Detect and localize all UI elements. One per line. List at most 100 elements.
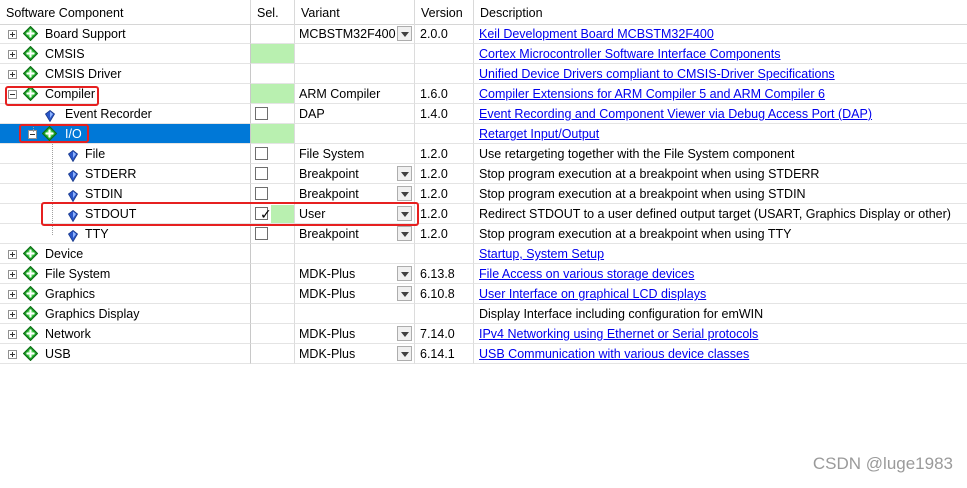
column-header-description[interactable]: Description	[474, 0, 967, 24]
watermark: CSDN @luge1983	[812, 454, 953, 473]
chevron-down-icon[interactable]	[397, 326, 412, 341]
component-cell-file-system[interactable]: File System	[0, 264, 251, 284]
description-link[interactable]: Startup, System Setup	[479, 247, 604, 261]
table-row[interactable]: File System MDK-Plus 6.13.8 File Access on …	[0, 264, 967, 284]
chevron-down-icon[interactable]	[397, 26, 412, 41]
chevron-down-icon[interactable]	[397, 226, 412, 241]
variant-cell[interactable]: Breakpoint	[295, 184, 415, 204]
table-row[interactable]: TTY Breakpoint 1.2.0 Stop program execution…	[0, 224, 967, 244]
sel-cell[interactable]	[251, 44, 295, 64]
sel-cell[interactable]	[251, 124, 295, 144]
description-link[interactable]: Event Recording and Component Viewer via…	[479, 107, 872, 121]
variant-cell[interactable]: MDK-Plus	[295, 284, 415, 304]
sel-cell[interactable]	[251, 344, 295, 364]
column-header-version[interactable]: Version	[415, 0, 474, 24]
chevron-down-icon[interactable]	[397, 166, 412, 181]
component-cell-cmsis[interactable]: CMSIS	[0, 44, 251, 64]
variant-cell[interactable]: MDK-Plus	[295, 264, 415, 284]
sel-cell[interactable]	[251, 264, 295, 284]
variant-cell[interactable]: MDK-Plus	[295, 344, 415, 364]
variant-cell	[295, 64, 415, 84]
component-cell-cmsis-driver[interactable]: CMSIS Driver	[0, 64, 251, 84]
table-row[interactable]: Graphics Display Display Interface includ…	[0, 304, 967, 324]
table-row[interactable]: Compiler ARM Compiler 1.6.0 Compiler Extens…	[0, 84, 967, 104]
sel-cell[interactable]	[251, 144, 295, 164]
sel-cell[interactable]	[251, 324, 295, 344]
select-checkbox[interactable]	[255, 107, 268, 120]
sel-cell[interactable]	[251, 24, 295, 44]
expand-icon[interactable]	[8, 330, 17, 339]
blue-gem-icon	[44, 108, 56, 123]
variant-value: MDK-Plus	[299, 287, 356, 301]
component-cell-graphics[interactable]: Graphics	[0, 284, 251, 304]
description-link[interactable]: User Interface on graphical LCD displays	[479, 287, 706, 301]
chevron-down-icon[interactable]	[397, 186, 412, 201]
column-header-sel[interactable]: Sel.	[251, 0, 295, 24]
component-cell-board-support[interactable]: Board Support	[0, 24, 251, 44]
sel-cell[interactable]	[251, 224, 295, 244]
select-checkbox[interactable]	[255, 147, 268, 160]
variant-cell[interactable]: MDK-Plus	[295, 324, 415, 344]
table-row[interactable]: Board Support MCBSTM32F400 2.0.0 Keil Devel…	[0, 24, 967, 44]
component-cell-event-recorder[interactable]: Event Recorder	[0, 104, 251, 124]
table-row[interactable]: USB MDK-Plus 6.14.1 USB Communication with …	[0, 344, 967, 364]
sel-cell[interactable]	[251, 304, 295, 324]
expand-icon[interactable]	[8, 290, 17, 299]
table-row[interactable]: File File System 1.2.0 Use retargeting toge…	[0, 144, 967, 164]
table-row[interactable]: CMSIS Cortex Microcontroller Software Int…	[0, 44, 967, 64]
description-link[interactable]: IPv4 Networking using Ethernet or Serial…	[479, 327, 758, 341]
expand-icon[interactable]	[8, 310, 17, 319]
description-link[interactable]: Cortex Microcontroller Software Interfac…	[479, 47, 781, 61]
description-link[interactable]: Unified Device Drivers compliant to CMSI…	[479, 67, 835, 81]
column-header-component[interactable]: Software Component	[0, 0, 251, 24]
table-row[interactable]: Device Startup, System Setup	[0, 244, 967, 264]
table-row[interactable]: I/O Retarget Input/Output	[0, 124, 967, 144]
sel-cell[interactable]	[251, 164, 295, 184]
chevron-down-icon[interactable]	[397, 266, 412, 281]
variant-cell[interactable]: MCBSTM32F400	[295, 24, 415, 44]
chevron-down-icon[interactable]	[397, 286, 412, 301]
description-link[interactable]: Retarget Input/Output	[479, 127, 599, 141]
description-cell: User Interface on graphical LCD displays	[474, 284, 967, 304]
expand-icon[interactable]	[8, 30, 17, 39]
component-cell-device[interactable]: Device	[0, 244, 251, 264]
table-row[interactable]: Graphics MDK-Plus 6.10.8 User Interface on …	[0, 284, 967, 304]
component-cell-stderr[interactable]: STDERR	[0, 164, 251, 184]
expand-icon[interactable]	[8, 50, 17, 59]
description-link[interactable]: Keil Development Board MCBSTM32F400	[479, 27, 714, 41]
component-cell-stdin[interactable]: STDIN	[0, 184, 251, 204]
description-link[interactable]: File Access on various storage devices	[479, 267, 694, 281]
sel-cell[interactable]	[251, 284, 295, 304]
component-cell-tty[interactable]: TTY	[0, 224, 251, 244]
select-checkbox[interactable]	[255, 187, 268, 200]
select-checkbox[interactable]	[255, 167, 268, 180]
sel-cell[interactable]	[251, 244, 295, 264]
variant-cell[interactable]: Breakpoint	[295, 164, 415, 184]
component-cell-usb[interactable]: USB	[0, 344, 251, 364]
table-row[interactable]: STDERR Breakpoint 1.2.0 Stop program execut…	[0, 164, 967, 184]
expand-icon[interactable]	[8, 350, 17, 359]
expand-icon[interactable]	[8, 70, 17, 79]
component-cell-graphics-display[interactable]: Graphics Display	[0, 304, 251, 324]
select-checkbox[interactable]	[255, 227, 268, 240]
component-cell-file[interactable]: File	[0, 144, 251, 164]
table-row[interactable]: STDIN Breakpoint 1.2.0 Stop program executi…	[0, 184, 967, 204]
variant-cell: ARM Compiler	[295, 84, 415, 104]
component-cell-network[interactable]: Network	[0, 324, 251, 344]
expand-icon[interactable]	[8, 250, 17, 259]
chevron-down-icon[interactable]	[397, 346, 412, 361]
version-cell: 1.2.0	[415, 144, 474, 164]
sel-cell[interactable]	[251, 104, 295, 124]
expand-icon[interactable]	[8, 270, 17, 279]
sel-cell[interactable]	[251, 64, 295, 84]
table-row[interactable]: Event Recorder DAP 1.4.0 Event Recording an…	[0, 104, 967, 124]
sel-cell[interactable]	[251, 84, 295, 104]
column-header-variant[interactable]: Variant	[295, 0, 415, 24]
description-cell: USB Communication with various device cl…	[474, 344, 967, 364]
description-link[interactable]: USB Communication with various device cl…	[479, 347, 749, 361]
table-row[interactable]: Network MDK-Plus 7.14.0 IPv4 Networking usi…	[0, 324, 967, 344]
table-row[interactable]: CMSIS Driver Unified Device Drivers compl…	[0, 64, 967, 84]
sel-cell[interactable]	[251, 184, 295, 204]
description-link[interactable]: Compiler Extensions for ARM Compiler 5 a…	[479, 87, 825, 101]
variant-cell[interactable]: Breakpoint	[295, 224, 415, 244]
